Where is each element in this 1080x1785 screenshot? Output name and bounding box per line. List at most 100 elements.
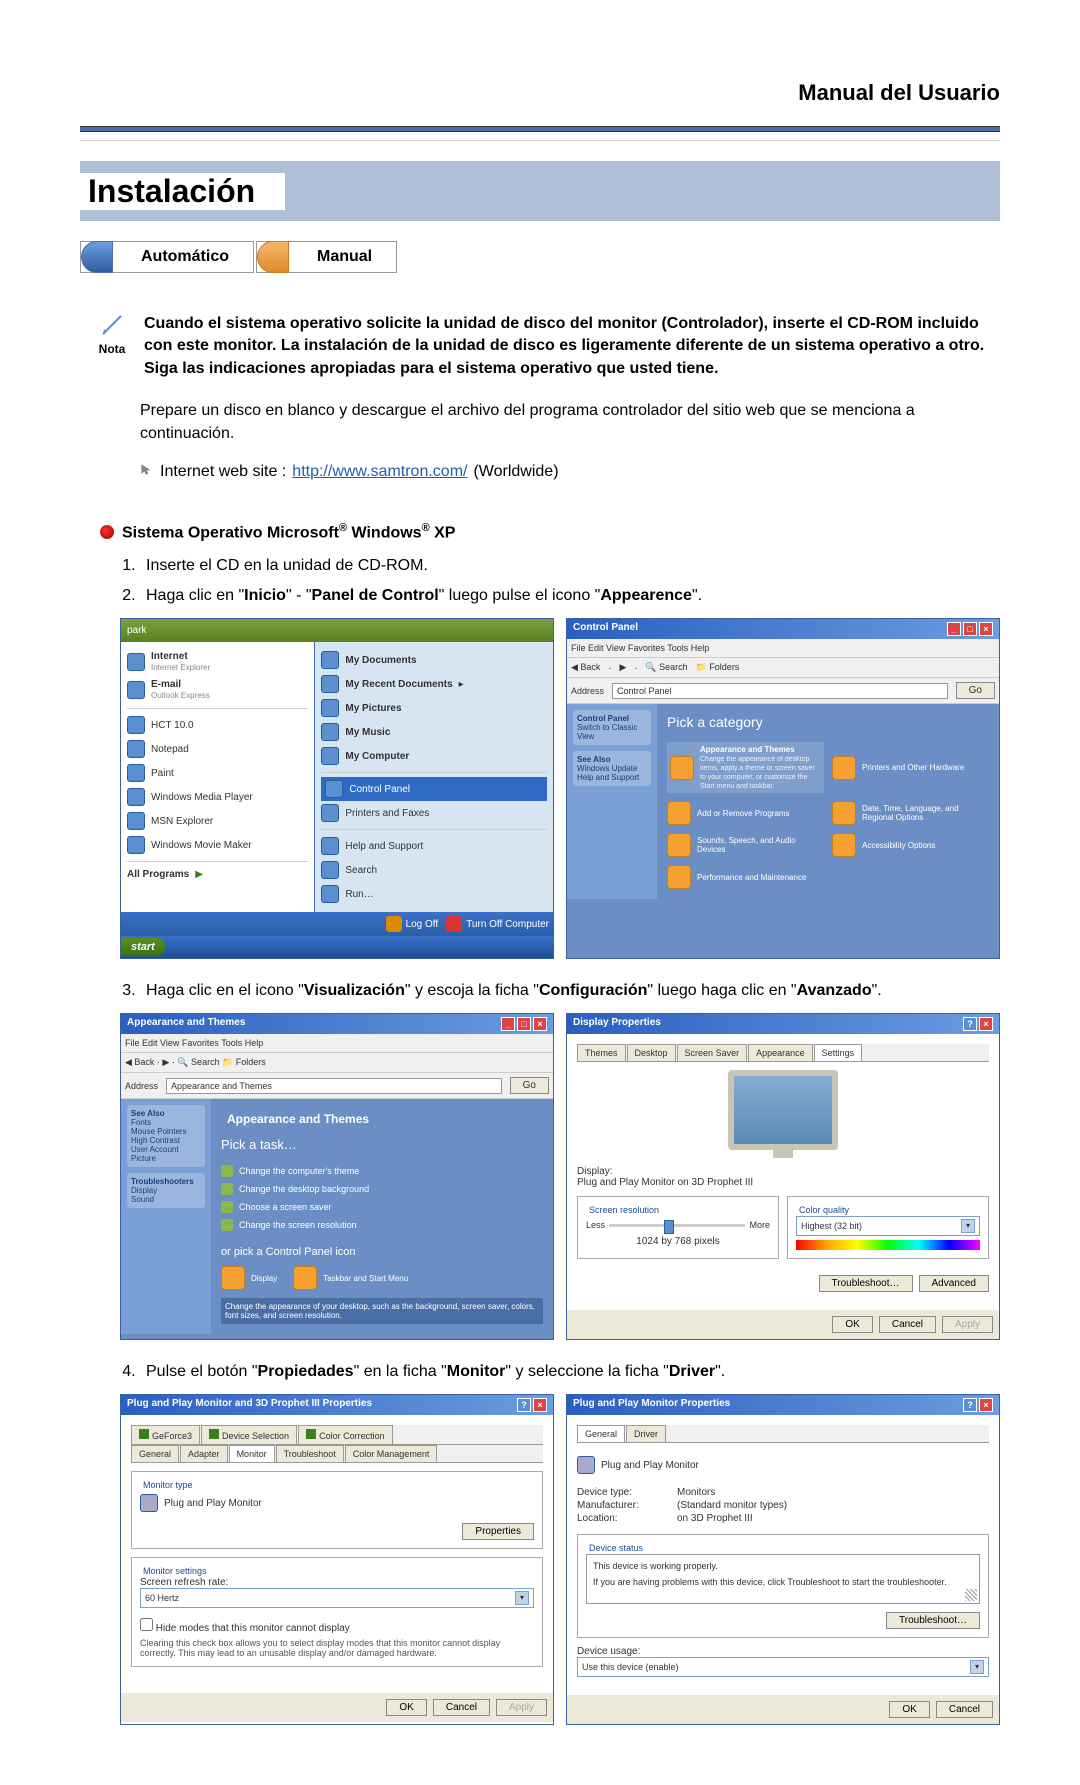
minimize-button[interactable]: _ — [501, 1017, 515, 1031]
tab-general[interactable]: General — [577, 1425, 625, 1442]
tab-color-management[interactable]: Color Management — [345, 1445, 438, 1462]
category-datetime[interactable]: Date, Time, Language, and Regional Optio… — [832, 801, 989, 825]
tab-monitor[interactable]: Monitor — [229, 1445, 275, 1462]
category-addremove[interactable]: Add or Remove Programs — [667, 801, 824, 825]
hide-modes-checkbox[interactable] — [140, 1618, 153, 1631]
start-item-email[interactable]: E-mailOutlook Express — [127, 676, 308, 704]
close-button[interactable]: × — [979, 622, 993, 636]
task-resolution[interactable]: Change the screen resolution — [221, 1216, 543, 1234]
steps-list-cont2: Pulse el botón "Propiedades" en la ficha… — [120, 1360, 1000, 1384]
start-item-moviemaker[interactable]: Windows Movie Maker — [127, 833, 308, 857]
tab-themes[interactable]: Themes — [577, 1044, 626, 1061]
start-printers[interactable]: Printers and Faxes — [321, 801, 547, 825]
cancel-button[interactable]: Cancel — [433, 1699, 490, 1716]
logoff-button[interactable]: Log Off — [386, 916, 439, 932]
sidebar-heading: Control Panel — [577, 714, 629, 723]
address-bar[interactable]: Appearance and Themes — [166, 1078, 502, 1094]
sidebar-winupdate[interactable]: Windows Update — [577, 764, 637, 773]
task-theme[interactable]: Change the computer's theme — [221, 1162, 543, 1180]
run-icon — [321, 885, 339, 903]
category-appearance[interactable]: Appearance and ThemesChange the appearan… — [667, 742, 824, 793]
start-item-notepad[interactable]: Notepad — [127, 737, 308, 761]
tab-troubleshoot[interactable]: Troubleshoot — [276, 1445, 344, 1462]
advanced-button[interactable]: Advanced — [919, 1275, 989, 1292]
troubleshoot-button[interactable]: Troubleshoot… — [819, 1275, 913, 1292]
start-mycomputer[interactable]: My Computer — [321, 744, 547, 768]
close-button[interactable]: × — [979, 1017, 993, 1031]
help-button[interactable]: ? — [517, 1398, 531, 1412]
monitor-icon — [140, 1494, 158, 1512]
sidebar-help[interactable]: Help and Support — [577, 773, 639, 782]
tab-desktop[interactable]: Desktop — [627, 1044, 676, 1061]
go-button[interactable]: Go — [956, 682, 995, 699]
ok-button[interactable]: OK — [386, 1699, 426, 1716]
start-help[interactable]: Help and Support — [321, 834, 547, 858]
cancel-button[interactable]: Cancel — [879, 1316, 936, 1333]
apply-button[interactable]: Apply — [942, 1316, 993, 1333]
start-controlpanel[interactable]: Control Panel — [321, 777, 547, 801]
taskbar-icon — [293, 1266, 317, 1290]
turnoff-button[interactable]: Turn Off Computer — [446, 916, 549, 932]
cp-icon-taskbar[interactable]: Taskbar and Start Menu — [293, 1266, 408, 1290]
task-background[interactable]: Change the desktop background — [221, 1180, 543, 1198]
resolution-slider[interactable] — [609, 1224, 745, 1227]
tab-settings[interactable]: Settings — [814, 1044, 863, 1061]
tab-automatic[interactable]: Automático — [80, 241, 254, 273]
sidebar-switch-view[interactable]: Switch to Classic View — [577, 723, 637, 741]
device-usage-select[interactable]: Use this device (enable)▾ — [577, 1657, 989, 1677]
start-item-hct[interactable]: HCT 10.0 — [127, 713, 308, 737]
tab-appearance[interactable]: Appearance — [748, 1044, 813, 1061]
start-search[interactable]: Search — [321, 858, 547, 882]
start-button[interactable]: start — [121, 938, 165, 956]
tab-screensaver[interactable]: Screen Saver — [677, 1044, 748, 1061]
start-item-paint[interactable]: Paint — [127, 761, 308, 785]
go-button[interactable]: Go — [510, 1077, 549, 1094]
start-music[interactable]: My Music — [321, 720, 547, 744]
tab-device-selection[interactable]: Device Selection — [201, 1425, 297, 1444]
start-item-internet[interactable]: InternetInternet Explorer — [127, 648, 308, 676]
maximize-button[interactable]: □ — [517, 1017, 531, 1031]
tab-color-correction[interactable]: Color Correction — [298, 1425, 393, 1444]
help-button[interactable]: ? — [963, 1398, 977, 1412]
start-item-wmp[interactable]: Windows Media Player — [127, 785, 308, 809]
properties-button[interactable]: Properties — [462, 1523, 534, 1540]
apply-button[interactable]: Apply — [496, 1699, 547, 1716]
cancel-button[interactable]: Cancel — [936, 1701, 993, 1718]
start-item-msn[interactable]: MSN Explorer — [127, 809, 308, 833]
category-performance[interactable]: Performance and Maintenance — [667, 865, 824, 889]
menubar[interactable]: File Edit View Favorites Tools Help — [567, 639, 999, 658]
start-pictures[interactable]: My Pictures — [321, 696, 547, 720]
tab-driver[interactable]: Driver — [626, 1425, 666, 1442]
forward-button[interactable]: ▶ — [619, 662, 626, 673]
menubar[interactable]: File Edit View Favorites Tools Help — [121, 1034, 553, 1053]
ok-button[interactable]: OK — [832, 1316, 872, 1333]
tab-general[interactable]: General — [131, 1445, 179, 1462]
close-button[interactable]: × — [533, 1398, 547, 1412]
category-sounds[interactable]: Sounds, Speech, and Audio Devices — [667, 833, 824, 857]
tab-adapter[interactable]: Adapter — [180, 1445, 228, 1462]
tab-geforce[interactable]: GeForce3 — [131, 1425, 200, 1444]
back-button[interactable]: ◀ Back — [571, 662, 600, 673]
search-toolbar-icon[interactable]: 🔍 Search — [645, 662, 687, 673]
ok-button[interactable]: OK — [889, 1701, 929, 1718]
start-recent[interactable]: My Recent Documents ▸ — [321, 672, 547, 696]
help-button[interactable]: ? — [963, 1017, 977, 1031]
color-quality-select[interactable]: Highest (32 bit)▾ — [796, 1216, 980, 1236]
minimize-button[interactable]: _ — [947, 622, 961, 636]
tab-manual[interactable]: Manual — [256, 241, 397, 273]
refresh-rate-select[interactable]: 60 Hertz▾ — [140, 1588, 534, 1608]
close-button[interactable]: × — [533, 1017, 547, 1031]
category-accessibility[interactable]: Accessibility Options — [832, 833, 989, 857]
task-screensaver[interactable]: Choose a screen saver — [221, 1198, 543, 1216]
start-run[interactable]: Run… — [321, 882, 547, 906]
start-mydocs[interactable]: My Documents — [321, 648, 547, 672]
category-printers[interactable]: Printers and Other Hardware — [832, 742, 989, 793]
start-all-programs[interactable]: All Programs▶ — [127, 866, 308, 883]
cp-icon-display[interactable]: Display — [221, 1266, 277, 1290]
troubleshoot-button[interactable]: Troubleshoot… — [886, 1612, 980, 1629]
close-button[interactable]: × — [979, 1398, 993, 1412]
maximize-button[interactable]: □ — [963, 622, 977, 636]
address-bar[interactable]: Control Panel — [612, 683, 948, 699]
weblink-url[interactable]: http://www.samtron.com/ — [292, 463, 467, 481]
folders-button[interactable]: 📁 Folders — [696, 662, 740, 673]
